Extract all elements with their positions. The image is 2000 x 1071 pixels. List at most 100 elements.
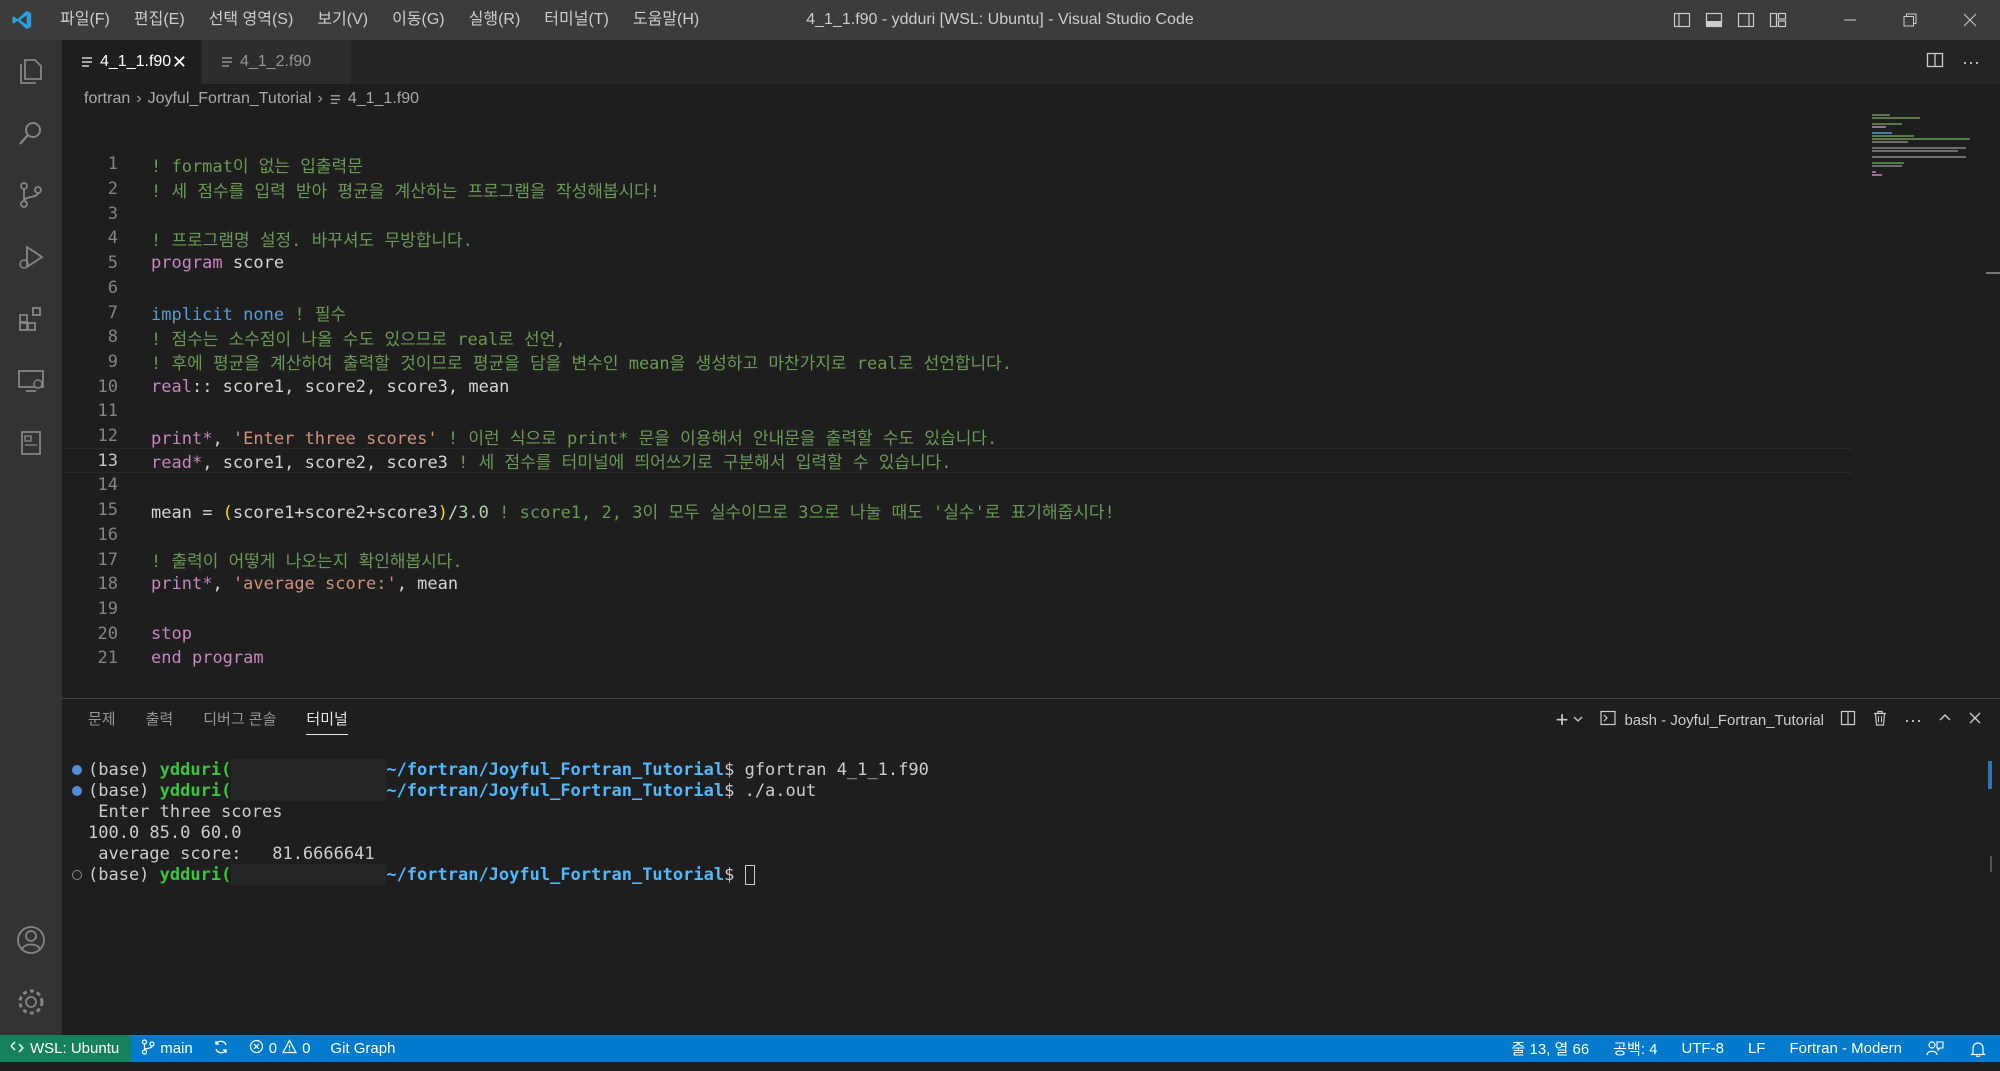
indentation[interactable]: 공백: 4: [1601, 1035, 1669, 1062]
code-line[interactable]: 7 implicit none ! 필수: [62, 300, 1852, 326]
account-icon[interactable]: [0, 909, 62, 971]
cursor-position[interactable]: 줄 13, 열 66: [1500, 1035, 1602, 1062]
code-line[interactable]: 20 stop: [62, 621, 1852, 646]
terminal-path: ~/fortran/Joyful_Fortran_Tutorial: [386, 759, 725, 780]
code-line[interactable]: 10 real:: score1, score2, score3, mean: [62, 374, 1852, 399]
terminal-command: gfortran 4_1_1.f90: [744, 759, 929, 780]
terminal-line: (base) ydduri(~/fortran/Joyful_Fortran_T…: [62, 864, 755, 885]
tab-problems[interactable]: 문제: [88, 699, 116, 741]
terminal-path: ~/fortran/Joyful_Fortran_Tutorial: [386, 864, 725, 885]
customize-layout-icon[interactable]: [1762, 0, 1794, 40]
run-debug-icon[interactable]: [0, 226, 62, 288]
menu-selection[interactable]: 선택 영역(S): [197, 0, 306, 40]
toggle-secondary-sidebar-icon[interactable]: [1730, 0, 1762, 40]
git-branch[interactable]: main: [131, 1035, 203, 1062]
line-number: 17: [97, 549, 118, 570]
code-line[interactable]: 3: [62, 201, 1852, 226]
toggle-panel-icon[interactable]: [1698, 0, 1730, 40]
extensions-icon[interactable]: [0, 288, 62, 350]
code-line[interactable]: 19: [62, 597, 1852, 622]
code-line[interactable]: 5 program score: [62, 251, 1852, 276]
encoding[interactable]: UTF-8: [1669, 1035, 1736, 1062]
breadcrumb-folder-fortran[interactable]: fortran: [84, 90, 130, 108]
terminal-cursor: [744, 864, 755, 885]
tab-4-1-1[interactable]: 4_1_1.f90 ✕: [62, 40, 202, 84]
command-success-dot-icon[interactable]: [72, 785, 82, 796]
menu-edit[interactable]: 편집(E): [122, 0, 197, 40]
menu-go[interactable]: 이동(G): [380, 0, 457, 40]
close-tab-icon[interactable]: ✕: [172, 52, 187, 73]
code-line[interactable]: 2 ! 세 점수를 입력 받아 평균을 계산하는 프로그램을 작성해봅시다!: [62, 177, 1852, 202]
line-number: 8: [107, 327, 118, 348]
minimize-icon[interactable]: [1820, 0, 1880, 40]
close-panel-icon[interactable]: [1968, 711, 1982, 729]
minimap[interactable]: [1870, 113, 1990, 253]
sync-button[interactable]: [203, 1035, 239, 1062]
terminal-line: (base) ydduri(~/fortran/Joyful_Fortran_T…: [62, 759, 929, 780]
restore-icon[interactable]: [1880, 0, 1940, 40]
new-terminal-icon[interactable]: +: [1556, 707, 1569, 733]
line-number: 3: [107, 203, 118, 224]
line-number: 14: [97, 475, 118, 496]
more-actions-icon[interactable]: ···: [1904, 710, 1922, 731]
tab-4-1-2[interactable]: 4_1_2.f90: [202, 40, 352, 84]
toggle-sidebar-icon[interactable]: [1666, 0, 1698, 40]
code-line[interactable]: 9 ! 후에 평균을 계산하여 출력할 것이므로 평균을 담을 변수인 mean을…: [62, 350, 1852, 375]
terminal-path: ~/fortran/Joyful_Fortran_Tutorial: [386, 780, 725, 801]
chevron-down-icon[interactable]: [1572, 712, 1584, 729]
code-line[interactable]: 17 ! 출력이 어떻게 나오는지 확인해봅시다.: [62, 547, 1852, 573]
code-line[interactable]: 18 print*, 'average score:', mean: [62, 572, 1852, 597]
code-line[interactable]: 16: [62, 523, 1852, 548]
explorer-icon[interactable]: [0, 40, 62, 102]
warning-icon: [282, 1039, 298, 1058]
code-line[interactable]: 1 ! format이 없는 입출력문: [62, 152, 1852, 177]
git-graph-button[interactable]: Git Graph: [320, 1035, 405, 1062]
command-pending-dot-icon[interactable]: [72, 869, 82, 880]
search-icon[interactable]: [0, 102, 62, 164]
notifications-bell-icon[interactable]: [1956, 1035, 2000, 1062]
menu-terminal[interactable]: 터미널(T): [532, 0, 621, 40]
git-branch-label: main: [160, 1040, 193, 1057]
settings-gear-icon[interactable]: [0, 971, 62, 1033]
file-lines-icon: [329, 93, 342, 106]
terminal-selector[interactable]: bash - Joyful_Fortran_Tutorial: [1600, 710, 1824, 730]
source-control-icon[interactable]: [0, 164, 62, 226]
more-actions-icon[interactable]: ···: [1962, 52, 1980, 73]
menu-help[interactable]: 도움말(H): [621, 0, 711, 40]
line-number: 21: [97, 648, 118, 669]
code-line[interactable]: 21 end program: [62, 646, 1852, 671]
code-line[interactable]: 11: [62, 399, 1852, 424]
tab-debug-console[interactable]: 디버그 콘솔: [203, 699, 276, 741]
split-terminal-icon[interactable]: [1840, 710, 1856, 730]
activity-bar: [0, 40, 62, 1035]
code-line[interactable]: 14: [62, 473, 1852, 498]
code-text: ! 후에 평균을 계산하여 출력할 것이므로 평균을 담을 변수인 mean을 …: [151, 354, 1013, 375]
menu-view[interactable]: 보기(V): [305, 0, 380, 40]
feedback-icon[interactable]: [1914, 1035, 1956, 1062]
code-line[interactable]: 12 print*, 'Enter three scores' ! 이런 식으로 …: [62, 424, 1852, 449]
remote-explorer-icon[interactable]: [0, 350, 62, 412]
command-success-dot-icon[interactable]: [72, 764, 82, 775]
redacted-hostname: [231, 864, 387, 885]
notebook-icon[interactable]: [0, 412, 62, 474]
breadcrumb-file[interactable]: 4_1_1.f90: [348, 90, 419, 108]
split-editor-icon[interactable]: [1926, 51, 1944, 74]
remote-indicator[interactable]: WSL: Ubuntu: [0, 1035, 132, 1062]
code-line[interactable]: 8 ! 점수는 소수점이 나올 수도 있으므로 real로 선언,: [62, 325, 1852, 350]
tab-terminal[interactable]: 터미널: [306, 699, 349, 741]
end-of-line[interactable]: LF: [1736, 1035, 1778, 1062]
menu-file[interactable]: 파일(F): [48, 0, 122, 40]
code-line[interactable]: 6: [62, 276, 1852, 301]
trash-icon[interactable]: [1872, 710, 1888, 730]
problems-summary[interactable]: 0 0: [239, 1035, 321, 1062]
code-line[interactable]: 15 mean = (score1+score2+score3)/3.0 ! sc…: [62, 498, 1852, 523]
language-mode[interactable]: Fortran - Modern: [1777, 1035, 1914, 1062]
tab-output[interactable]: 출력: [146, 699, 174, 741]
breadcrumb-folder-tutorial[interactable]: Joyful_Fortran_Tutorial: [148, 90, 312, 108]
terminal-line: (base) ydduri(~/fortran/Joyful_Fortran_T…: [62, 780, 816, 801]
code-line[interactable]: 4 ! 프로그램명 설정. 바꾸셔도 무방합니다.: [62, 226, 1852, 251]
code-line[interactable]: 13 read*, score1, score2, score3 ! 세 점수를 …: [62, 448, 1852, 473]
close-window-icon[interactable]: [1940, 0, 2000, 40]
menu-run[interactable]: 실행(R): [457, 0, 533, 40]
maximize-panel-icon[interactable]: [1938, 711, 1952, 729]
